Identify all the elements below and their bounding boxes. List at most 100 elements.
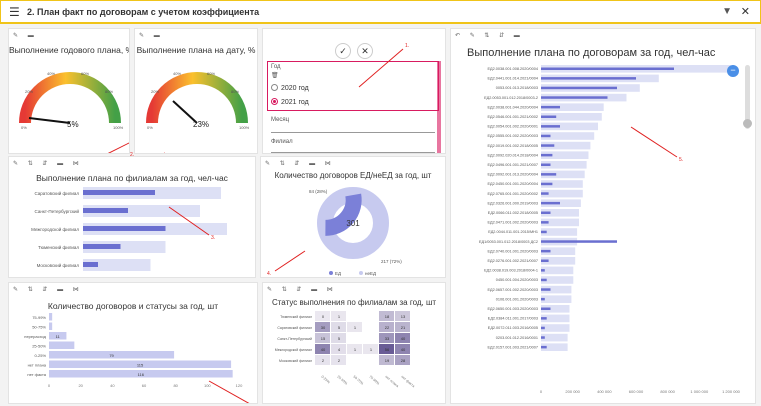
status-x-tick: 80 bbox=[173, 383, 178, 388]
contract-x-tick: 400 000 bbox=[597, 389, 612, 394]
status-x-tick: 40 bbox=[110, 383, 115, 388]
heatmap-panel: ✎ ⇅ ⇵ ▬ ⋈ Статус выполнения по филиалам … bbox=[262, 282, 446, 404]
gauge-tick: 40% bbox=[47, 71, 55, 76]
contract-fact-bar bbox=[541, 326, 545, 330]
contract-fact-bar bbox=[541, 211, 551, 214]
contract-fact-bar bbox=[541, 259, 549, 262]
panel-toolbar-icons[interactable]: ✎ ⇅ ⇵ ▬ ⋈ bbox=[13, 286, 83, 293]
gauge-tick: 20% bbox=[25, 89, 33, 94]
panel-toolbar-icons[interactable]: ✎ ▬ bbox=[139, 32, 164, 39]
heatmap-row-label: Московский филиал bbox=[279, 359, 312, 363]
contract-plan-bar bbox=[541, 295, 572, 303]
contract-fact-bar bbox=[541, 144, 555, 147]
contract-category-label: ЕД2.0496.001.001.2021/0007 bbox=[488, 163, 539, 167]
contract-fact-bar bbox=[541, 163, 551, 166]
filter-icon[interactable]: ▼ bbox=[722, 6, 732, 17]
contract-fact-bar bbox=[541, 288, 551, 291]
contract-category-label: ЕД1/0053.001.012.2018/0003 ДС2 bbox=[479, 240, 538, 244]
heatmap-cell bbox=[347, 311, 362, 321]
contract-category-label: ЕД2.0054.001.002.2020/0001 bbox=[488, 125, 539, 129]
heatmap-cell-value: 18 bbox=[385, 314, 390, 319]
contract-category-label: ЕД2.0038.001.044.2020/0004 bbox=[488, 105, 539, 109]
contract-plan-bar bbox=[541, 333, 568, 342]
heatmap-cell-value: 33 bbox=[385, 336, 390, 341]
contract-category-label: ЕД2.0765.001.001.2020/0002 bbox=[488, 192, 539, 196]
contract-fact-bar bbox=[541, 336, 545, 339]
annotation-arrow bbox=[208, 380, 250, 403]
donut-label-nonED: 217 (72%) bbox=[381, 259, 402, 264]
gauge-year-value: 5% bbox=[67, 120, 79, 129]
gauge-tick: 60% bbox=[81, 71, 89, 76]
contract-category-label: ЕД2.0157.001.003.2021/0007 bbox=[488, 345, 539, 349]
status-data-label: 116 bbox=[138, 372, 145, 377]
gauge-date-title: Выполнение плана на дату, % bbox=[136, 45, 256, 55]
status-category-label: 25-50% bbox=[32, 344, 46, 349]
heatmap-cell bbox=[347, 333, 362, 343]
panel-toolbar-icons[interactable]: ✎ ▬ bbox=[13, 32, 38, 39]
contract-category-label: ЕД2.0384.011.001.2017/0003 bbox=[488, 317, 538, 321]
contracts-chart-panel: ↶ ✎ ⇅ ⇵ ▬ Выполнение плана по договорам … bbox=[450, 28, 756, 404]
collapse-button[interactable]: − bbox=[727, 65, 739, 77]
branch-chart-svg: Саратовский филиал Санкт-Петербургский Меж… bbox=[31, 187, 227, 271]
heatmap-row-label: Санкт-Петербургский bbox=[277, 337, 312, 341]
contract-fact-bar bbox=[541, 153, 553, 157]
branch-category-label: Тюменский филиал bbox=[38, 244, 79, 250]
heatmap-cell-value: 21 bbox=[401, 325, 406, 330]
contract-category-label: ЕД2.0441.001.014.2021/0004 bbox=[488, 77, 539, 81]
gauge-date-panel: ✎ ▬ Выполнение плана на дату, % 0% 20% 4… bbox=[134, 28, 258, 154]
legend-label-nonED: неЕД bbox=[365, 271, 376, 276]
filters-panel: ✓ ✕ Год 🗑 2020 год 2021 год Месяц Филиал… bbox=[262, 28, 446, 154]
gauge-year-svg: 0% 20% 40% 60% 80% 100% 5% bbox=[19, 71, 129, 153]
contract-x-tick: 1 000 000 bbox=[690, 389, 709, 394]
hamburger-icon[interactable]: ☰ bbox=[9, 5, 20, 19]
contract-fact-bar bbox=[541, 134, 551, 138]
contract-category-label: ЕД2.0092.001.013.2020/0004 bbox=[488, 173, 539, 177]
contract-x-tick: 800 000 bbox=[660, 389, 675, 394]
heatmap-cell bbox=[363, 333, 378, 343]
status-bar bbox=[49, 313, 53, 321]
contract-x-tick: 600 000 bbox=[629, 389, 644, 394]
panel-toolbar-icons[interactable]: ✎ ⇅ ⇵ ▬ ⋈ bbox=[265, 160, 335, 167]
heatmap-cell bbox=[347, 355, 362, 365]
heatmap-cell-value: 15 bbox=[321, 336, 326, 341]
zoom-slider-handle[interactable] bbox=[743, 119, 752, 128]
status-x-tick: 0 bbox=[48, 383, 51, 388]
panel-toolbar-icons[interactable]: ✎ ⇅ ⇵ ▬ ⋈ bbox=[267, 286, 337, 293]
close-icon[interactable]: ✕ bbox=[741, 5, 750, 18]
donut-svg: 301 84 (28%) 217 (72%) ЕД неЕД 4. bbox=[267, 187, 402, 277]
heatmap-svg: Тюменский филиал 0 1 18 13Саратовский филиал… bbox=[275, 311, 415, 388]
contract-category-label: ЕД2.0471.001.002.2020/0003 bbox=[488, 221, 539, 225]
status-category-label: нет факта bbox=[27, 372, 46, 377]
heatmap-row-label: Саратовский филиал bbox=[277, 326, 312, 330]
gauge-date-svg: 0% 20% 40% 60% 80% 100% 23% bbox=[146, 71, 250, 153]
gauge-tick: 80% bbox=[105, 89, 113, 94]
branch-fact-bar bbox=[83, 244, 121, 249]
gauge-tick: 80% bbox=[231, 89, 239, 94]
status-x-tick: 60 bbox=[142, 383, 147, 388]
branch-category-label: Саратовский филиал bbox=[34, 190, 79, 196]
heatmap-col-label: 0-25% bbox=[320, 375, 330, 385]
heatmap-cell-value: 40 bbox=[401, 347, 406, 352]
annotation-1: 1. bbox=[358, 43, 409, 88]
gauge-tick: 40% bbox=[173, 71, 181, 76]
contract-category-label: ЕД2.0053.001.012.2018/0003-2 bbox=[484, 96, 538, 100]
gauge-tick: 60% bbox=[207, 71, 215, 76]
gauge-year-arc bbox=[19, 72, 121, 124]
contract-category-label: ЕД2.0650.001.003.2020/0003 bbox=[488, 307, 539, 311]
contract-category-label: 0203.001.012.2016/0001 bbox=[496, 336, 538, 340]
gauge-tick: 100% bbox=[239, 125, 250, 130]
svg-text:1.: 1. bbox=[405, 43, 409, 49]
gauge-date-arc bbox=[146, 72, 248, 124]
contract-x-tick: 200 000 bbox=[565, 389, 580, 394]
gauge-tick: 0% bbox=[21, 125, 27, 130]
heatmap-cell-value: 56 bbox=[385, 347, 390, 352]
gauge-tick: 20% bbox=[151, 89, 159, 94]
panel-toolbar-icons[interactable]: ✎ ⇅ ⇵ ▬ ⋈ bbox=[13, 160, 83, 167]
branch-fact-bar bbox=[83, 208, 128, 213]
contract-fact-bar bbox=[541, 249, 551, 253]
status-x-tick: 120 bbox=[236, 383, 243, 388]
contract-fact-bar bbox=[541, 307, 551, 310]
heatmap-col-label: 25-50% bbox=[336, 375, 348, 386]
panel-toolbar-icons[interactable]: ↶ ✎ ⇅ ⇵ ▬ bbox=[455, 32, 524, 39]
gauge-year-needle bbox=[28, 117, 71, 124]
